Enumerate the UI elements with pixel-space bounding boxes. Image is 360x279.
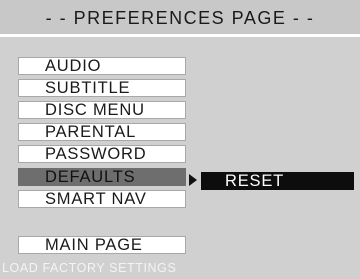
menu-panel: AUDIO SUBTITLE DISC MENU PARENTAL PASSWO… — [0, 37, 360, 279]
submenu-arrow-icon — [189, 174, 197, 186]
menu-item-smart-nav[interactable]: SMART NAV — [18, 190, 186, 208]
menu-item-parental[interactable]: PARENTAL — [18, 123, 186, 141]
menu-item-disc-menu[interactable]: DISC MENU — [18, 101, 186, 119]
reset-button[interactable]: RESET — [201, 172, 354, 190]
page-title: - - PREFERENCES PAGE - - — [0, 0, 360, 36]
preferences-screen: - - PREFERENCES PAGE - - AUDIO SUBTITLE … — [0, 0, 360, 279]
menu-item-subtitle[interactable]: SUBTITLE — [18, 79, 186, 97]
main-page-button[interactable]: MAIN PAGE — [18, 236, 186, 254]
help-text: LOAD FACTORY SETTINGS — [2, 261, 177, 275]
menu-item-password[interactable]: PASSWORD — [18, 145, 186, 163]
menu-item-defaults[interactable]: DEFAULTS — [18, 168, 186, 186]
menu-item-audio[interactable]: AUDIO — [18, 57, 186, 75]
